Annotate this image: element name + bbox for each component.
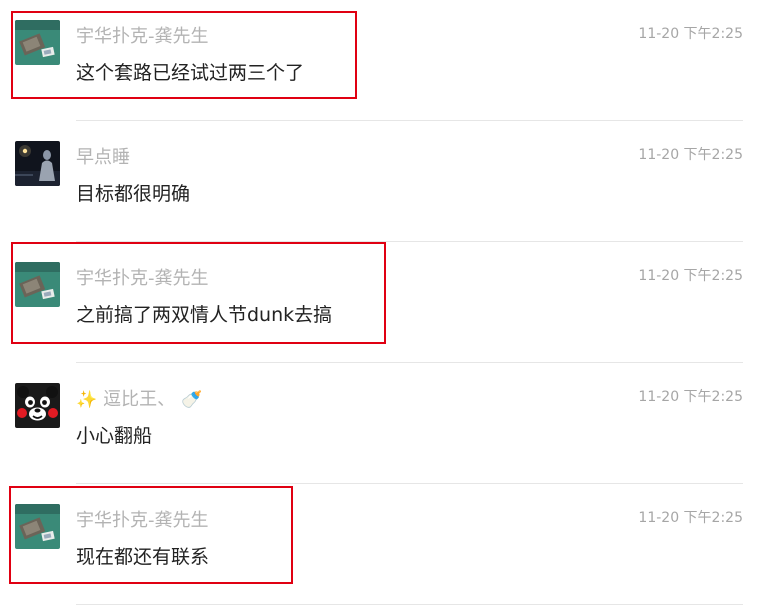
message-time: 11-20 下午2:25 — [638, 26, 743, 42]
sender-name: 宇华扑克-龚先生 — [76, 268, 209, 289]
chat-message[interactable]: 宇华扑克-龚先生 这个套路已经试过两三个了 11-20 下午2:25 — [0, 0, 763, 121]
sender-name: 宇华扑克-龚先生 — [76, 26, 209, 47]
green-mat-card-avatar-icon[interactable] — [15, 504, 60, 549]
message-time: 11-20 下午2:25 — [638, 147, 743, 163]
kumamon-bear-avatar-icon[interactable] — [15, 383, 60, 428]
sender-name: ✨ 逗比王、 🍼 — [76, 388, 202, 412]
sparkles-icon: ✨ — [76, 390, 98, 410]
message-text: 现在都还有联系 — [76, 546, 210, 568]
baby-bottle-icon: 🍼 — [181, 390, 203, 410]
message-text: 之前搞了两双情人节dunk去搞 — [76, 304, 333, 326]
sender-name-text: 逗比王、 — [103, 389, 176, 410]
message-time: 11-20 下午2:25 — [638, 268, 743, 284]
sender-name: 宇华扑克-龚先生 — [76, 510, 209, 531]
message-text: 这个套路已经试过两三个了 — [76, 62, 305, 84]
chat-message[interactable]: 早点睡 目标都很明确 11-20 下午2:25 — [0, 121, 763, 242]
message-text: 小心翻船 — [76, 425, 153, 447]
chat-message-list: 宇华扑克-龚先生 这个套路已经试过两三个了 11-20 下午2:25 早点睡 目… — [0, 0, 763, 611]
chat-message[interactable]: 宇华扑克-龚先生 之前搞了两双情人节dunk去搞 11-20 下午2:25 — [0, 242, 763, 363]
sender-name: 早点睡 — [76, 147, 130, 168]
message-time: 11-20 下午2:25 — [638, 510, 743, 526]
divider — [76, 604, 743, 605]
green-mat-card-avatar-icon[interactable] — [15, 262, 60, 307]
message-text: 目标都很明确 — [76, 183, 191, 205]
chat-message[interactable]: 宇华扑克-龚先生 现在都还有联系 11-20 下午2:25 — [0, 484, 763, 605]
chat-message[interactable]: ✨ 逗比王、 🍼 小心翻船 11-20 下午2:25 — [0, 363, 763, 484]
green-mat-card-avatar-icon[interactable] — [15, 20, 60, 65]
message-time: 11-20 下午2:25 — [638, 389, 743, 405]
night-figure-avatar-icon[interactable] — [15, 141, 60, 186]
